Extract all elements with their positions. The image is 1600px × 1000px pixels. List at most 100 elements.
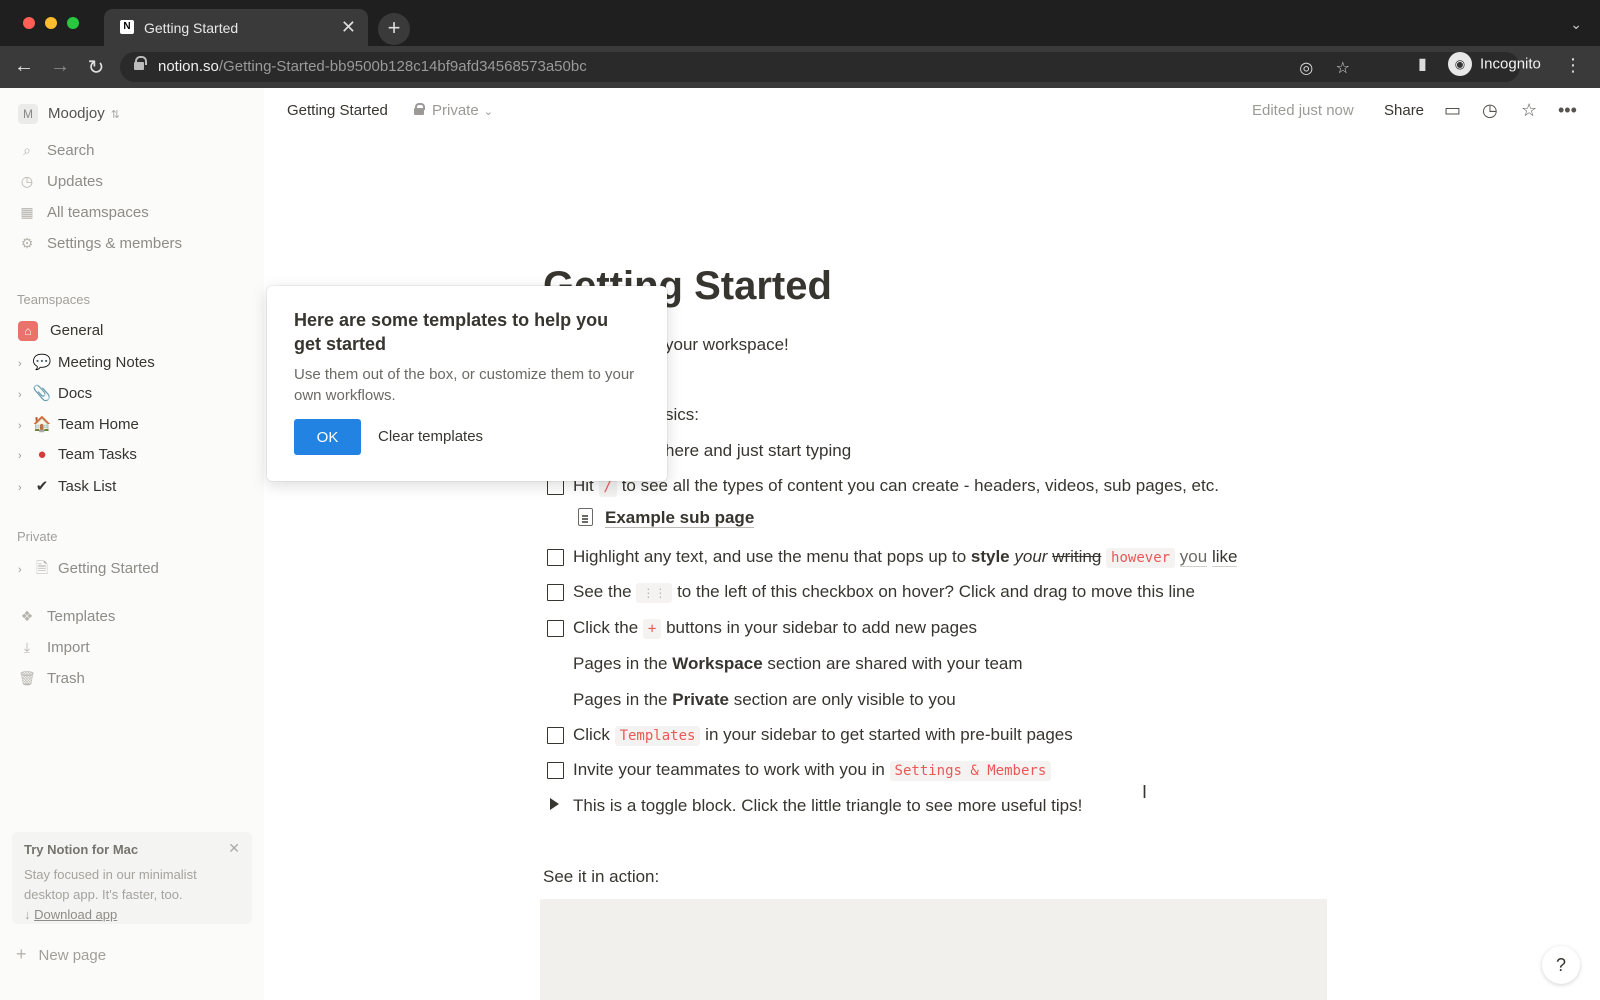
clear-templates-button[interactable]: Clear templates	[378, 428, 483, 445]
gear-icon: ⚙	[20, 235, 34, 251]
page-icon	[578, 508, 593, 526]
history-clock-icon[interactable]: ◷	[1482, 100, 1498, 121]
bookmark-star-icon[interactable]: ☆	[1336, 60, 1350, 77]
new-page-button[interactable]: + New page	[16, 944, 106, 965]
browser-menu-icon[interactable]: ⋮	[1564, 55, 1582, 76]
house-icon: 🏠	[32, 416, 52, 433]
sidebar-item-meeting-notes[interactable]: › 💬 Meeting Notes	[18, 353, 155, 371]
red-ball-icon: ●	[37, 446, 47, 463]
workspace-switcher[interactable]: M Moodjoy ⇅	[18, 104, 120, 124]
incognito-profile[interactable]: ◉ Incognito	[1448, 52, 1541, 76]
chevron-down-icon: ⌄	[483, 106, 493, 118]
help-button[interactable]: ?	[1542, 946, 1580, 984]
chevron-right-icon[interactable]: ›	[18, 450, 28, 462]
sidebar-item-settings[interactable]: ⚙ Settings & members	[18, 235, 182, 252]
example-sub-page-link[interactable]: Example sub page	[578, 508, 755, 528]
todo-templates[interactable]: Click Templates in your sidebar to get s…	[573, 725, 1073, 746]
drag-handle-icon: ⋮⋮	[636, 583, 673, 603]
search-icon: ⌕	[23, 142, 31, 158]
todo-drag-handle[interactable]: See the ⋮⋮ to the left of this checkbox …	[573, 582, 1195, 603]
workspace-note[interactable]: Pages in the Workspace section are share…	[573, 654, 1023, 674]
private-note[interactable]: Pages in the Private section are only vi…	[573, 690, 956, 710]
privacy-dropdown[interactable]: Private ⌄	[414, 102, 493, 119]
templates-icon: ❖	[20, 608, 34, 624]
private-heading: Private	[17, 529, 58, 544]
workspace-avatar: M	[18, 104, 38, 124]
sidebar-item-updates[interactable]: ◷ Updates	[18, 173, 103, 190]
chevron-right-icon[interactable]: ›	[18, 420, 28, 432]
plus-icon: +	[16, 944, 27, 964]
todo-invite[interactable]: Invite your teammates to work with you i…	[573, 760, 1052, 781]
todo-checkbox[interactable]	[547, 727, 564, 744]
sidebar-item-all-teamspaces[interactable]: ▦ All teamspaces	[18, 204, 148, 221]
video-embed[interactable]	[540, 899, 1327, 1000]
sidebar-item-team-tasks[interactable]: › ● Team Tasks	[18, 446, 137, 463]
todo-checkbox[interactable]	[547, 620, 564, 637]
welcome-line[interactable]: your workspace!	[665, 335, 789, 355]
promo-title: Try Notion for Mac	[24, 842, 139, 857]
sidebar-item-search[interactable]: ⌕ Search	[18, 142, 94, 159]
tab-search-chevron-icon[interactable]: ⌄	[1570, 16, 1582, 33]
clock-icon: ◷	[20, 173, 34, 189]
sidebar-item-team-home[interactable]: › 🏠 Team Home	[18, 415, 139, 433]
todo-click-plus[interactable]: Click the + buttons in your sidebar to a…	[573, 618, 977, 639]
close-icon[interactable]: ✕	[228, 840, 240, 857]
toggle-triangle-icon[interactable]	[550, 798, 559, 810]
breadcrumb[interactable]: Getting Started	[287, 102, 388, 119]
tab-close-icon[interactable]: ✕	[341, 17, 356, 38]
trash-icon: 🗑	[18, 670, 36, 686]
sidebar-item-trash[interactable]: 🗑 Trash	[18, 670, 85, 687]
download-app-link[interactable]: Download app	[34, 907, 117, 922]
speech-bubble-icon: 💬	[32, 354, 52, 371]
sidebar-item-docs[interactable]: › 📎 Docs	[18, 384, 92, 402]
download-arrow-icon: ↓	[24, 907, 35, 922]
zoom-window-button[interactable]	[67, 17, 79, 29]
chevron-updown-icon: ⇅	[110, 109, 120, 121]
comments-icon[interactable]: ▭	[1444, 100, 1461, 121]
templates-popup: Here are some templates to help you get …	[267, 286, 667, 481]
favorite-star-icon[interactable]: ☆	[1521, 100, 1537, 121]
toggle-block[interactable]: This is a toggle block. Click the little…	[573, 796, 1082, 816]
todo-checkbox[interactable]	[547, 549, 564, 566]
paperclip-icon: 📎	[32, 385, 52, 402]
chevron-right-icon[interactable]: ›	[18, 389, 28, 401]
chevron-right-icon[interactable]: ›	[18, 564, 28, 576]
address-bar[interactable]: notion.so/Getting-Started-bb9500b128c14b…	[120, 52, 1520, 82]
todo-highlight[interactable]: Highlight any text, and use the menu tha…	[573, 547, 1238, 568]
forward-arrow-icon[interactable]: →	[48, 55, 72, 78]
sidebar-item-import[interactable]: ⤓ Import	[18, 639, 90, 656]
sidebar-item-general[interactable]: ⌂ General	[18, 321, 103, 341]
chevron-right-icon[interactable]: ›	[18, 482, 28, 494]
reload-icon[interactable]: ↻	[84, 55, 108, 80]
promo-body: Stay focused in our minimalist desktop a…	[24, 867, 197, 922]
browser-tab-bar: N Getting Started ✕ + ⌄	[0, 0, 1600, 46]
new-tab-button[interactable]: +	[378, 13, 410, 45]
download-icon: ⤓	[23, 639, 31, 655]
ok-button[interactable]: OK	[294, 419, 361, 455]
more-options-icon[interactable]: •••	[1558, 100, 1577, 121]
side-panel-icon[interactable]: ▮	[1418, 56, 1427, 73]
typing-line[interactable]: here and just start typing	[665, 441, 851, 461]
home-icon: ⌂	[18, 321, 38, 341]
back-arrow-icon[interactable]: ←	[12, 55, 36, 78]
edited-status: Edited just now	[1252, 102, 1354, 119]
page-topbar: Getting Started Private ⌄ Edited just now…	[264, 88, 1600, 134]
sidebar-item-task-list[interactable]: › ✔ Task List	[18, 477, 116, 495]
share-button[interactable]: Share	[1384, 102, 1424, 119]
page-icon: 🗎	[35, 560, 49, 577]
todo-checkbox[interactable]	[547, 762, 564, 779]
browser-tab[interactable]: N Getting Started ✕	[104, 9, 368, 46]
eye-off-icon[interactable]: ◎	[1299, 60, 1313, 77]
todo-checkbox[interactable]	[547, 584, 564, 601]
teamspaces-heading: Teamspaces	[17, 292, 90, 307]
basics-line[interactable]: sics:	[665, 405, 699, 425]
sidebar-item-getting-started[interactable]: › 🗎 Getting Started	[18, 558, 159, 583]
see-it-in-action[interactable]: See it in action:	[543, 867, 659, 887]
lock-icon	[414, 103, 425, 115]
minimize-window-button[interactable]	[45, 17, 57, 29]
close-window-button[interactable]	[23, 17, 35, 29]
sidebar-item-templates[interactable]: ❖ Templates	[18, 608, 116, 625]
chevron-right-icon[interactable]: ›	[18, 358, 28, 370]
lock-icon[interactable]	[134, 56, 147, 70]
todo-hit-slash[interactable]: Hit / to see all the types of content yo…	[573, 476, 1219, 497]
